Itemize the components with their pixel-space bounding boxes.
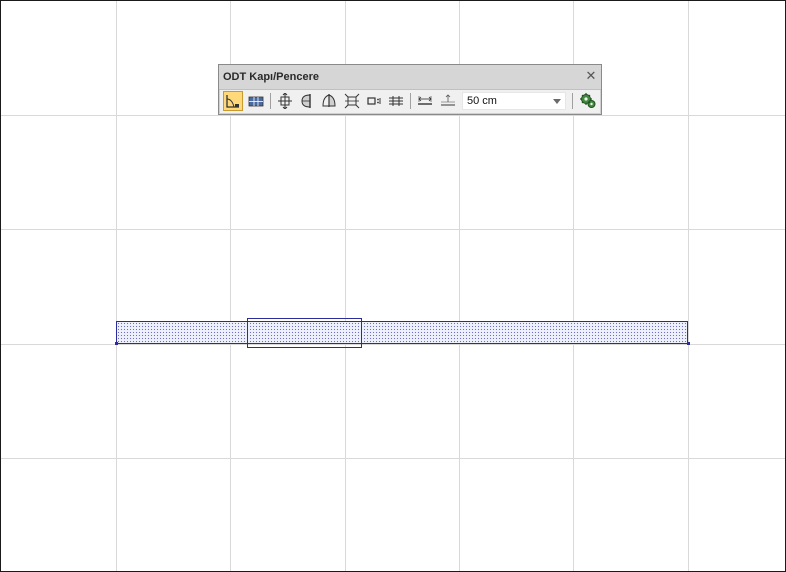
fit-opening-icon [344, 93, 360, 109]
wall-endpoint[interactable] [115, 342, 118, 345]
toolbar-body: 50 cm [219, 90, 601, 114]
toolbar-separator [572, 93, 573, 109]
window-grid-icon [248, 96, 264, 107]
move-opening-icon [278, 93, 292, 109]
toolbar-titlebar[interactable]: ODT Kapı/Pencere ✕ [219, 65, 601, 90]
toolbar-title: ODT Kapı/Pencere [223, 71, 319, 83]
grid-line [1, 115, 785, 116]
offset-select-value: 50 cm [467, 95, 497, 107]
multi-line-icon [389, 96, 403, 106]
multi-line-button[interactable] [386, 91, 406, 111]
settings-gear-icon [580, 93, 596, 108]
toolbar-separator [410, 93, 411, 109]
flip-side-button[interactable] [297, 91, 317, 111]
fit-opening-button[interactable] [342, 91, 362, 111]
grid-line [688, 1, 689, 571]
measure-width-button[interactable] [415, 91, 435, 111]
move-opening-button[interactable] [275, 91, 295, 111]
flip-side-icon [301, 94, 311, 108]
drawing-canvas[interactable]: ODT Kapı/Pencere ✕ 50 cm [0, 0, 786, 572]
chevron-down-icon[interactable] [551, 94, 563, 108]
wall[interactable] [116, 321, 688, 344]
wall-endpoint[interactable] [687, 342, 690, 345]
measure-height-button[interactable] [438, 91, 458, 111]
grid-line [1, 458, 785, 459]
mirror-opening-button[interactable] [319, 91, 339, 111]
opening-preview[interactable] [247, 318, 362, 348]
odt-door-window-toolbar: ODT Kapı/Pencere ✕ 50 cm [218, 64, 602, 115]
dimension-offset-button[interactable] [364, 91, 384, 111]
settings-button[interactable] [578, 91, 598, 111]
grid-line [1, 229, 785, 230]
measure-width-icon [418, 96, 432, 105]
door-swing-icon [226, 95, 239, 108]
toolbar-separator [270, 93, 271, 109]
offset-select[interactable]: 50 cm [462, 92, 566, 110]
grid-line [116, 1, 117, 571]
window-grid-button[interactable] [246, 91, 266, 111]
door-swing-button[interactable] [223, 91, 243, 111]
mirror-opening-icon [322, 94, 336, 107]
measure-height-icon [441, 94, 455, 106]
grid-line [1, 344, 785, 345]
dimension-offset-icon [367, 97, 381, 105]
close-icon[interactable]: ✕ [584, 69, 598, 83]
